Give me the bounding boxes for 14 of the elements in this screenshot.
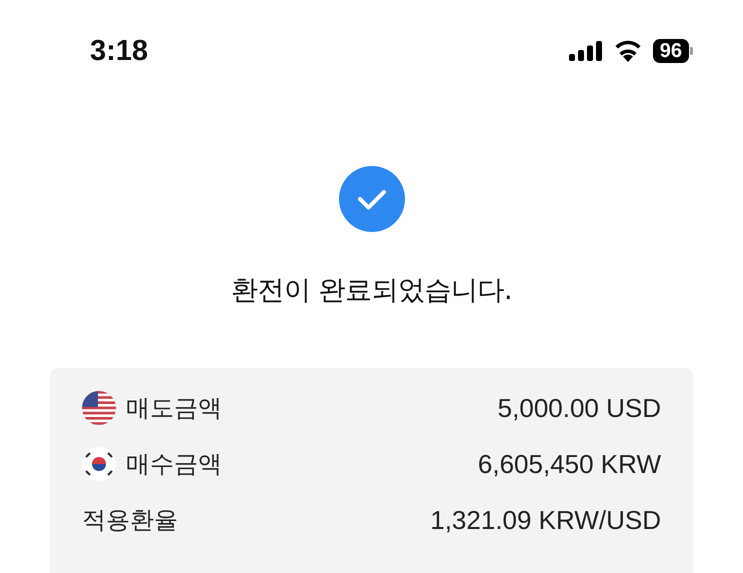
detail-label: 매도금액 <box>126 393 222 424</box>
detail-value: 6,605,450 KRW <box>478 448 661 480</box>
detail-value: 5,000.00 USD <box>498 392 661 424</box>
us-flag-icon <box>82 391 116 425</box>
battery-tip <box>690 47 693 55</box>
completion-message: 환전이 완료되었습니다. <box>230 274 512 308</box>
detail-value: 1,321.09 KRW/USD <box>430 504 661 536</box>
check-icon <box>338 166 404 232</box>
detail-label: 적용환율 <box>82 505 178 536</box>
status-time: 3:18 <box>90 34 148 68</box>
korea-flag-icon <box>82 447 116 481</box>
battery-level: 96 <box>652 39 689 63</box>
detail-label: 매수금액 <box>126 449 222 480</box>
signal-icon <box>568 41 603 61</box>
